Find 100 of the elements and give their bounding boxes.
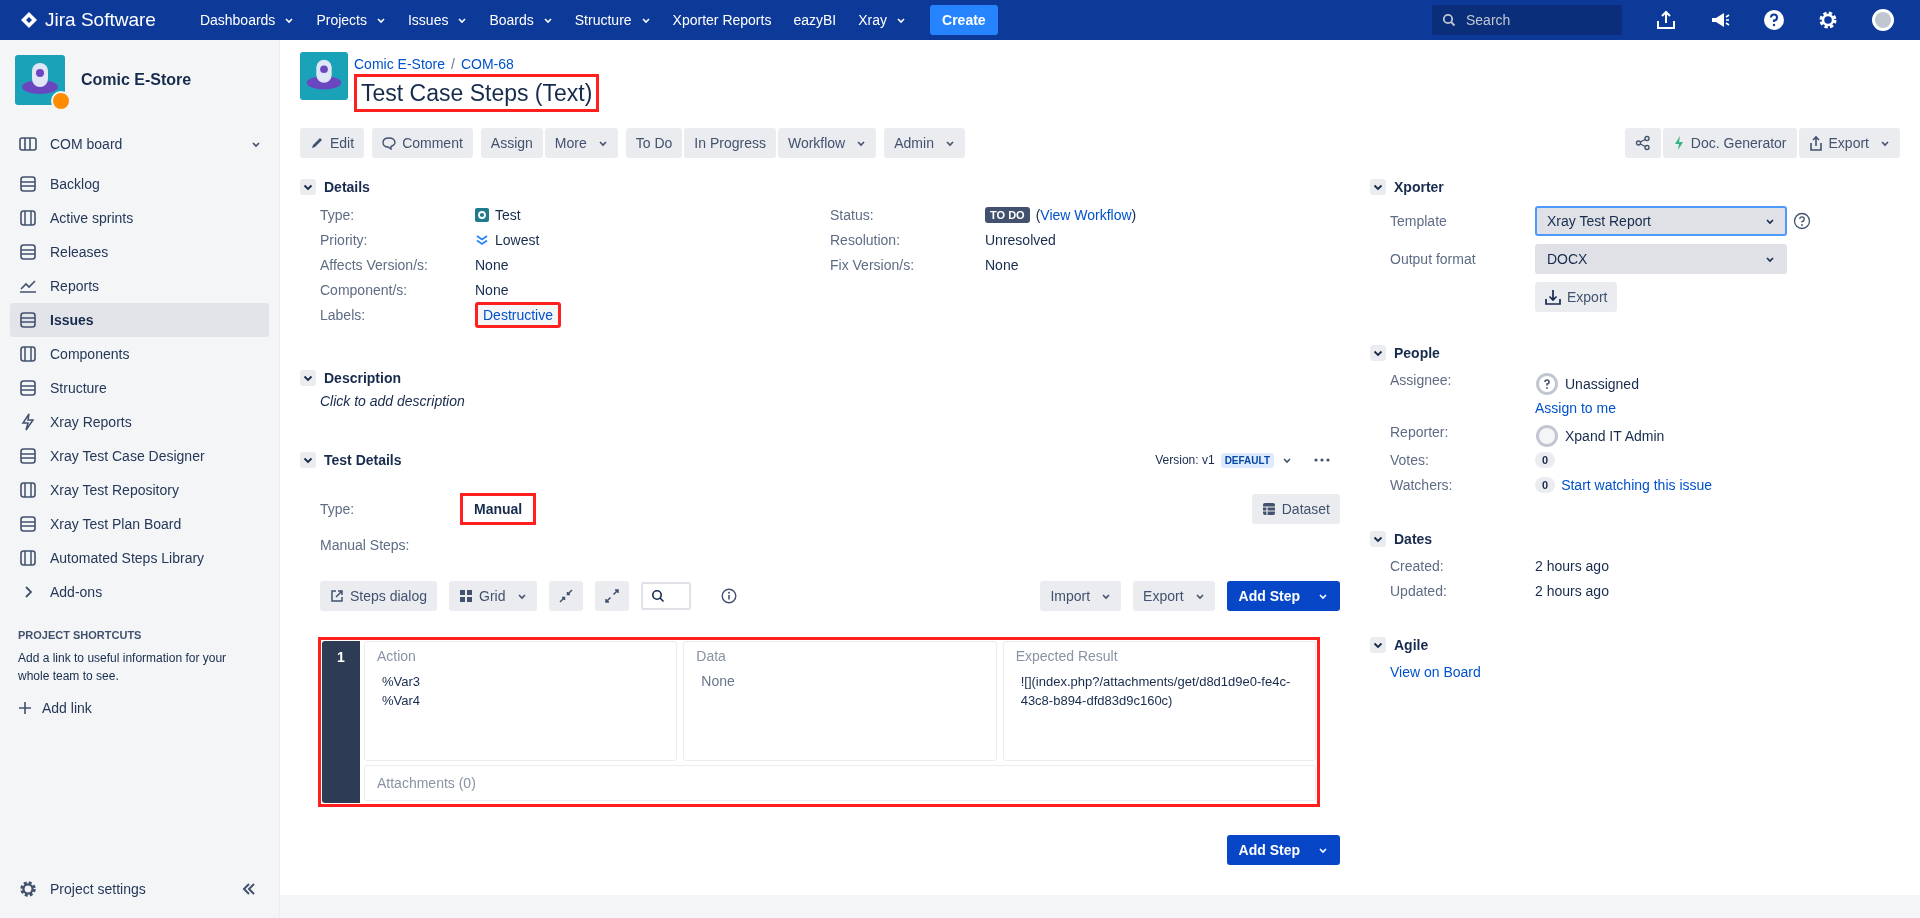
- collapse-toggle-icon[interactable]: [1370, 637, 1386, 653]
- template-select[interactable]: Xray Test Report: [1535, 206, 1787, 236]
- import-button[interactable]: Import: [1040, 581, 1122, 611]
- nav-menu-item[interactable]: Xporter Reports: [664, 12, 780, 28]
- project-settings-item[interactable]: Project settings: [10, 872, 241, 906]
- dataset-button[interactable]: Dataset: [1251, 494, 1340, 524]
- jira-logo[interactable]: Jira Software: [20, 9, 156, 31]
- nav-menu-item[interactable]: Issues: [399, 12, 476, 28]
- test-type-icon: [475, 207, 489, 222]
- nav-menu-item[interactable]: Structure: [566, 12, 659, 28]
- section-heading: Dates: [1394, 531, 1433, 547]
- sidebar-item[interactable]: Reports: [10, 269, 269, 303]
- settings-icon: [18, 879, 38, 899]
- sidebar-item[interactable]: Xray Test Repository: [10, 473, 269, 507]
- collapse-toggle-icon[interactable]: [1370, 531, 1386, 547]
- add-link-button[interactable]: Add link: [10, 691, 269, 725]
- avatar-icon[interactable]: [1871, 8, 1895, 32]
- step-cell[interactable]: Action %Var3 %Var4: [364, 641, 678, 761]
- search-field[interactable]: Search: [1432, 5, 1622, 35]
- toolbar-button[interactable]: Export: [1798, 128, 1900, 158]
- toolbar-button[interactable]: In Progress: [684, 128, 776, 158]
- create-button[interactable]: Create: [930, 5, 998, 35]
- add-step-button[interactable]: Add Step: [1226, 581, 1340, 611]
- start-watching-link[interactable]: Start watching this issue: [1561, 477, 1713, 493]
- output-format-select[interactable]: DOCX: [1535, 244, 1787, 274]
- collapse-toggle-icon[interactable]: [1370, 345, 1386, 361]
- collapse-button[interactable]: [548, 581, 583, 611]
- step-cell[interactable]: Expected Result ![](index.php?/attachments/get/d8d1d9e0-fe4c-43c8-b894-dfd83d9c160c): [1002, 641, 1316, 761]
- board-selector[interactable]: COM board: [10, 127, 269, 161]
- toolbar-button[interactable]: Admin: [884, 128, 965, 158]
- sidebar-item[interactable]: Backlog: [10, 167, 269, 201]
- sidebar-item[interactable]: Automated Steps Library: [10, 541, 269, 575]
- more-options-icon[interactable]: [1314, 458, 1330, 462]
- breadcrumb-link[interactable]: COM-68: [460, 56, 514, 72]
- toolbar-button[interactable]: Doc. Generator: [1662, 128, 1797, 158]
- plus-icon: [18, 701, 32, 715]
- field-label: Labels:: [320, 306, 367, 323]
- sidebar-item[interactable]: Components: [10, 337, 269, 371]
- watcher-count: 0: [1535, 477, 1556, 493]
- search-input[interactable]: Search: [1464, 11, 1598, 29]
- toolbar-button[interactable]: More: [544, 128, 618, 158]
- breadcrumb-link[interactable]: Comic E-Store: [354, 56, 446, 72]
- description-placeholder[interactable]: Click to add description: [300, 393, 1340, 409]
- project-name: Comic E-Store: [81, 71, 192, 89]
- field-label: Output format: [1390, 251, 1477, 267]
- toolbar-button[interactable]: Assign: [480, 128, 543, 158]
- toolbar-button[interactable]: Workflow: [777, 128, 877, 158]
- add-step-button[interactable]: Add Step: [1226, 835, 1340, 865]
- help-icon[interactable]: [1793, 212, 1811, 230]
- toolbar-button[interactable]: Edit: [300, 128, 365, 158]
- steps-toolbar-button[interactable]: Steps dialog: [320, 581, 438, 611]
- sidebar-item[interactable]: Structure: [10, 371, 269, 405]
- view-on-board-link[interactable]: View on Board: [1370, 664, 1885, 680]
- sidebar-item[interactable]: Releases: [10, 235, 269, 269]
- nav-menu-item[interactable]: Projects: [308, 12, 394, 28]
- toolbar-button[interactable]: Comment: [372, 128, 473, 158]
- step-cell[interactable]: Data None: [683, 641, 997, 761]
- toolbar-button[interactable]: To Do: [625, 128, 683, 158]
- field-value: 2 hours ago: [1535, 583, 1610, 599]
- nav-menu-item[interactable]: Xray: [850, 12, 915, 28]
- nav-menu-item[interactable]: Dashboards: [191, 12, 303, 28]
- collapse-toggle-icon[interactable]: [1370, 179, 1386, 195]
- chevron-down-icon: [1880, 138, 1890, 148]
- breadcrumb-separator: /: [451, 56, 455, 72]
- steps-toolbar-button[interactable]: Grid: [449, 581, 537, 611]
- steps-search-field[interactable]: [640, 582, 691, 610]
- section-heading: Details: [324, 179, 370, 195]
- collapse-toggle-icon[interactable]: [300, 370, 316, 386]
- columns-icon: [18, 208, 38, 228]
- test-type-value: Manual: [460, 493, 537, 525]
- help-icon[interactable]: [1763, 9, 1785, 31]
- manual-steps-label: Manual Steps:: [319, 537, 411, 553]
- share-button[interactable]: [1624, 128, 1661, 158]
- assign-to-me-link[interactable]: Assign to me: [1535, 400, 1885, 416]
- nav-menu-item[interactable]: eazyBI: [785, 12, 845, 28]
- nav-menu-item[interactable]: Boards: [481, 12, 561, 28]
- field-value: Unresolved: [985, 231, 1056, 248]
- view-workflow-link[interactable]: View Workflow: [1040, 206, 1132, 223]
- collapse-toggle-icon[interactable]: [300, 452, 316, 468]
- collapse-sidebar-icon[interactable]: [241, 881, 257, 897]
- section-heading: People: [1394, 345, 1440, 361]
- info-icon[interactable]: [720, 588, 737, 604]
- user-avatar-icon: [1535, 424, 1559, 448]
- field-label: Affects Version/s:: [320, 256, 429, 273]
- export-button[interactable]: Export: [1133, 581, 1215, 611]
- sidebar-item[interactable]: Issues: [10, 303, 269, 337]
- unknown-user-avatar-icon: [1535, 372, 1559, 396]
- sidebar-item[interactable]: Xray Reports: [10, 405, 269, 439]
- expand-button[interactable]: [594, 581, 629, 611]
- sidebar-item[interactable]: Add-ons: [10, 575, 269, 609]
- collapse-toggle-icon[interactable]: [300, 179, 316, 195]
- upload-icon[interactable]: [1655, 9, 1677, 31]
- sidebar-item[interactable]: Active sprints: [10, 201, 269, 235]
- settings-icon[interactable]: [1817, 9, 1839, 31]
- sidebar-item[interactable]: Xray Test Plan Board: [10, 507, 269, 541]
- export-button[interactable]: Export: [1535, 282, 1618, 312]
- collapse-arrows-icon: [558, 589, 573, 603]
- sidebar-item[interactable]: Xray Test Case Designer: [10, 439, 269, 473]
- chevron-down-icon[interactable]: [1282, 455, 1292, 465]
- label-tag[interactable]: Destructive: [475, 301, 562, 328]
